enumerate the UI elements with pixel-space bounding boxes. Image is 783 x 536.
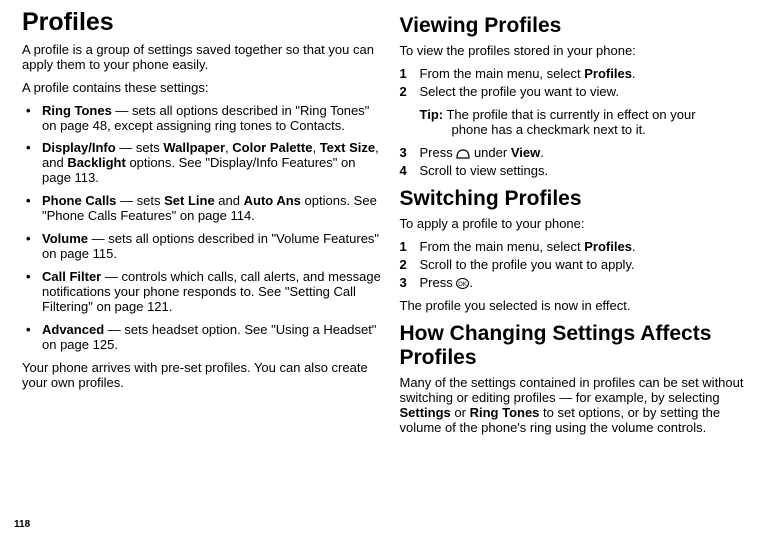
- step-text: From the main menu, select: [420, 66, 585, 81]
- step-text: Profiles: [584, 66, 632, 81]
- bullet-lead: Advanced: [42, 322, 104, 337]
- step-item: 2 Scroll to the profile you want to appl…: [400, 258, 762, 273]
- step-item: 3 Press OK.: [400, 276, 762, 291]
- step-text: Profiles: [584, 239, 632, 254]
- step-item: 3 Press under View.: [400, 146, 762, 161]
- step-number: 4: [400, 164, 420, 179]
- bullet-volume: Volume — sets all options described in "…: [22, 232, 384, 262]
- right-column: Viewing Profiles To view the profiles st…: [392, 8, 770, 536]
- step-number: 2: [400, 258, 420, 273]
- intro-paragraph-1: A profile is a group of settings saved t…: [22, 43, 384, 73]
- bullet-phone-calls: Phone Calls — sets Set Line and Auto Ans…: [22, 194, 384, 224]
- affects-paragraph: Many of the settings contained in profil…: [400, 376, 762, 436]
- tip-label: Tip:: [420, 107, 444, 122]
- step-number: 1: [400, 67, 420, 82]
- bullet-text: — sets: [116, 140, 164, 155]
- bullet-text: — sets all options described in "Volume …: [42, 231, 379, 261]
- switch-steps-list: 1 From the main menu, select Profiles. 2…: [400, 240, 762, 291]
- bullet-text: Backlight: [67, 155, 126, 170]
- bullet-advanced: Advanced — sets headset option. See "Usi…: [22, 323, 384, 353]
- bullet-text: Color Palette: [232, 140, 312, 155]
- heading-affects-profiles: How Changing Settings Affects Profiles: [400, 322, 762, 370]
- bullet-lead: Display/Info: [42, 140, 116, 155]
- switch-intro: To apply a profile to your phone:: [400, 217, 762, 232]
- tip-text: The profile that is currently in effect …: [443, 107, 695, 122]
- step-body: From the main menu, select Profiles.: [420, 67, 762, 82]
- step-text: Press: [420, 145, 457, 160]
- bullet-text: Text Size: [320, 140, 375, 155]
- bullet-text: ,: [312, 140, 319, 155]
- view-steps-list-2: 3 Press under View. 4 Scroll to view set…: [400, 146, 762, 179]
- step-text: .: [469, 275, 473, 290]
- step-item: 1 From the main menu, select Profiles.: [400, 67, 762, 82]
- step-number: 3: [400, 276, 420, 291]
- bullet-text: — sets: [116, 193, 164, 208]
- softkey-icon: [456, 146, 470, 161]
- page-title: Profiles: [22, 8, 384, 37]
- svg-text:OK: OK: [459, 282, 468, 288]
- step-number: 3: [400, 146, 420, 161]
- step-text: View: [511, 145, 540, 160]
- step-text: From the main menu, select: [420, 239, 585, 254]
- bullet-text: Auto Ans: [244, 193, 301, 208]
- step-text: .: [632, 239, 636, 254]
- step-body: Scroll to the profile you want to apply.: [420, 258, 762, 273]
- view-intro: To view the profiles stored in your phon…: [400, 44, 762, 59]
- step-body: From the main menu, select Profiles.: [420, 240, 762, 255]
- bullet-lead: Ring Tones: [42, 103, 112, 118]
- heading-switching-profiles: Switching Profiles: [400, 187, 762, 211]
- ok-key-icon: OK: [456, 276, 469, 291]
- step-item: 2 Select the profile you want to view.: [400, 85, 762, 100]
- tip-block: Tip: The profile that is currently in ef…: [400, 108, 762, 138]
- bullet-text: Set Line: [164, 193, 215, 208]
- step-text: .: [632, 66, 636, 81]
- affects-text: Many of the settings contained in profil…: [400, 375, 744, 405]
- affects-text: Ring Tones: [470, 405, 540, 420]
- bullet-display-info: Display/Info — sets Wallpaper, Color Pal…: [22, 141, 384, 186]
- step-body: Scroll to view settings.: [420, 164, 762, 179]
- outro-paragraph: Your phone arrives with pre-set profiles…: [22, 361, 384, 391]
- page-number: 118: [14, 519, 30, 531]
- bullet-text: and: [215, 193, 244, 208]
- view-steps-list: 1 From the main menu, select Profiles. 2…: [400, 67, 762, 100]
- step-text: Press: [420, 275, 457, 290]
- heading-viewing-profiles: Viewing Profiles: [400, 14, 762, 38]
- manual-page: Profiles A profile is a group of setting…: [0, 0, 783, 536]
- bullet-lead: Call Filter: [42, 269, 101, 284]
- bullet-lead: Phone Calls: [42, 193, 116, 208]
- switch-outro: The profile you selected is now in effec…: [400, 299, 762, 314]
- intro-paragraph-2: A profile contains these settings:: [22, 81, 384, 96]
- step-number: 1: [400, 240, 420, 255]
- settings-bullet-list: Ring Tones — sets all options described …: [22, 104, 384, 353]
- bullet-lead: Volume: [42, 231, 88, 246]
- bullet-ring-tones: Ring Tones — sets all options described …: [22, 104, 384, 134]
- step-text: under: [470, 145, 510, 160]
- left-column: Profiles A profile is a group of setting…: [14, 8, 392, 536]
- step-item: 1 From the main menu, select Profiles.: [400, 240, 762, 255]
- bullet-text: Wallpaper: [163, 140, 225, 155]
- affects-text: Settings: [400, 405, 451, 420]
- step-text: .: [540, 145, 544, 160]
- step-body: Press under View.: [420, 146, 762, 161]
- tip-text-cont: phone has a checkmark next to it.: [420, 123, 762, 138]
- step-body: Select the profile you want to view.: [420, 85, 762, 100]
- bullet-call-filter: Call Filter — controls which calls, call…: [22, 270, 384, 315]
- step-number: 2: [400, 85, 420, 100]
- affects-text: or: [451, 405, 470, 420]
- step-body: Press OK.: [420, 276, 762, 291]
- step-item: 4 Scroll to view settings.: [400, 164, 762, 179]
